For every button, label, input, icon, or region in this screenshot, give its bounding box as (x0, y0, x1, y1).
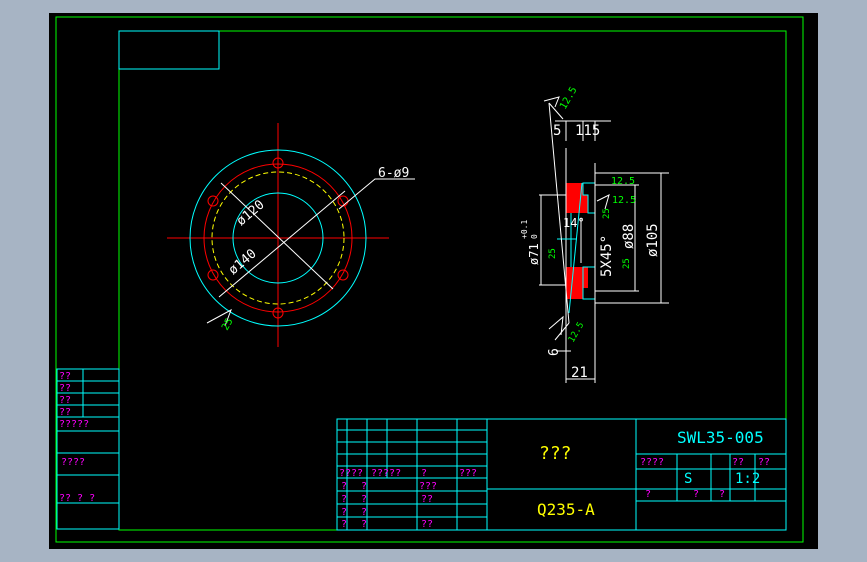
dim-21: 21 (571, 365, 588, 381)
dia-71: ø71 (527, 243, 541, 265)
drawing-number: SWL35-005 (677, 428, 764, 447)
roughness-c: 25 (622, 258, 632, 269)
sign-cell: ? (361, 507, 367, 518)
dim-115: 115 (575, 123, 600, 139)
front-view: 6-ø9 ø120 ø140 25 (167, 123, 415, 347)
sign-cell: ?? (421, 494, 433, 505)
outer-border (55, 16, 804, 543)
tol-upper: +0.1 (520, 220, 529, 239)
side-cell: ?? (59, 407, 71, 418)
hatch-upper-left (566, 183, 588, 213)
bore-diameter-label: ø140 (226, 246, 260, 278)
diameter-leader (218, 190, 346, 298)
mark-s: S (684, 471, 692, 487)
bolt-hole (207, 269, 219, 281)
roughness-bottom: 12.5 (567, 321, 587, 345)
roughness-b: 25 (548, 248, 558, 259)
sign-cell: ? (341, 494, 347, 505)
sign-cell: ? (341, 519, 347, 530)
corner-box (118, 30, 220, 70)
header-cell: ? (421, 468, 427, 479)
part-name: ??? (539, 443, 572, 464)
sign-cell: ? (361, 519, 367, 530)
bolt-hole (337, 195, 349, 207)
side-cell: ???? (61, 457, 85, 468)
inner-border (118, 30, 787, 531)
side-cell: ?? (59, 371, 71, 382)
roughness-a: 25 (602, 208, 612, 219)
sign-cell: ? (341, 481, 347, 492)
sign-cell: ? (341, 507, 347, 518)
bolt-hole (207, 195, 219, 207)
chamfer-label: 5X45° (599, 235, 615, 277)
bolt-hole (337, 269, 349, 281)
sheet-mid: ? (693, 489, 699, 500)
section-view: 12.5 5 115 ø105 ø88 5X45° ø71 +0.1 0 14°… (520, 85, 669, 383)
drawing-sheet: 6-ø9 ø120 ø140 25 12.5 5 115 ø105 ø88 5X… (49, 13, 818, 549)
header-cell: ???? (339, 468, 363, 479)
header-cell: ??? (459, 468, 477, 479)
side-cell: ?? (59, 383, 71, 394)
cad-drawing: 6-ø9 ø120 ø140 25 12.5 5 115 ø105 ø88 5X… (55, 16, 804, 543)
side-block-text: ?? ?? ?? ?? ????? ???? ?? ? ? (59, 371, 95, 504)
dim-5: 5 (553, 123, 561, 139)
material: Q235-A (537, 500, 595, 519)
roughness-mid: 12.5 (612, 195, 636, 206)
hatch-lower-left (566, 267, 588, 299)
roughness-top: 12.5 (558, 85, 580, 111)
pitch-diameter-label: ø120 (234, 197, 268, 229)
holes-leader (338, 178, 415, 210)
bolt-holes-label: 6-ø9 (378, 166, 409, 181)
header-cell: ????? (371, 468, 401, 479)
sign-cell: ?? (421, 519, 433, 530)
dia-88: ø88 (621, 224, 637, 249)
side-cell: ?? ? ? (59, 493, 95, 504)
stage-label: ???? (640, 457, 664, 468)
title-block-text: SWL35-005 ??? Q235-A ???? ?? ?? S 1:2 ? … (339, 428, 770, 530)
sign-cell: ? (361, 481, 367, 492)
side-cell: ?? (59, 395, 71, 406)
dim-6: 6 (547, 348, 562, 356)
weight-label: ?? (732, 457, 744, 468)
sheet-right: ? (719, 489, 725, 500)
sign-cell: ? (361, 494, 367, 505)
angle-14: 14° (563, 216, 585, 230)
roughness-symbol-bottom (548, 315, 564, 336)
sign-cell: ??? (419, 481, 437, 492)
roughness-label: 25 (220, 317, 236, 333)
sheet-left: ? (645, 489, 651, 500)
tol-lower: 0 (530, 234, 539, 239)
dia-105: ø105 (645, 223, 661, 257)
side-cell: ????? (59, 419, 89, 430)
roughness-right: 12.5 (611, 176, 635, 187)
scale-label: ?? (758, 457, 770, 468)
roughness-symbol-mid (596, 194, 610, 210)
scale-value: 1:2 (735, 471, 760, 487)
